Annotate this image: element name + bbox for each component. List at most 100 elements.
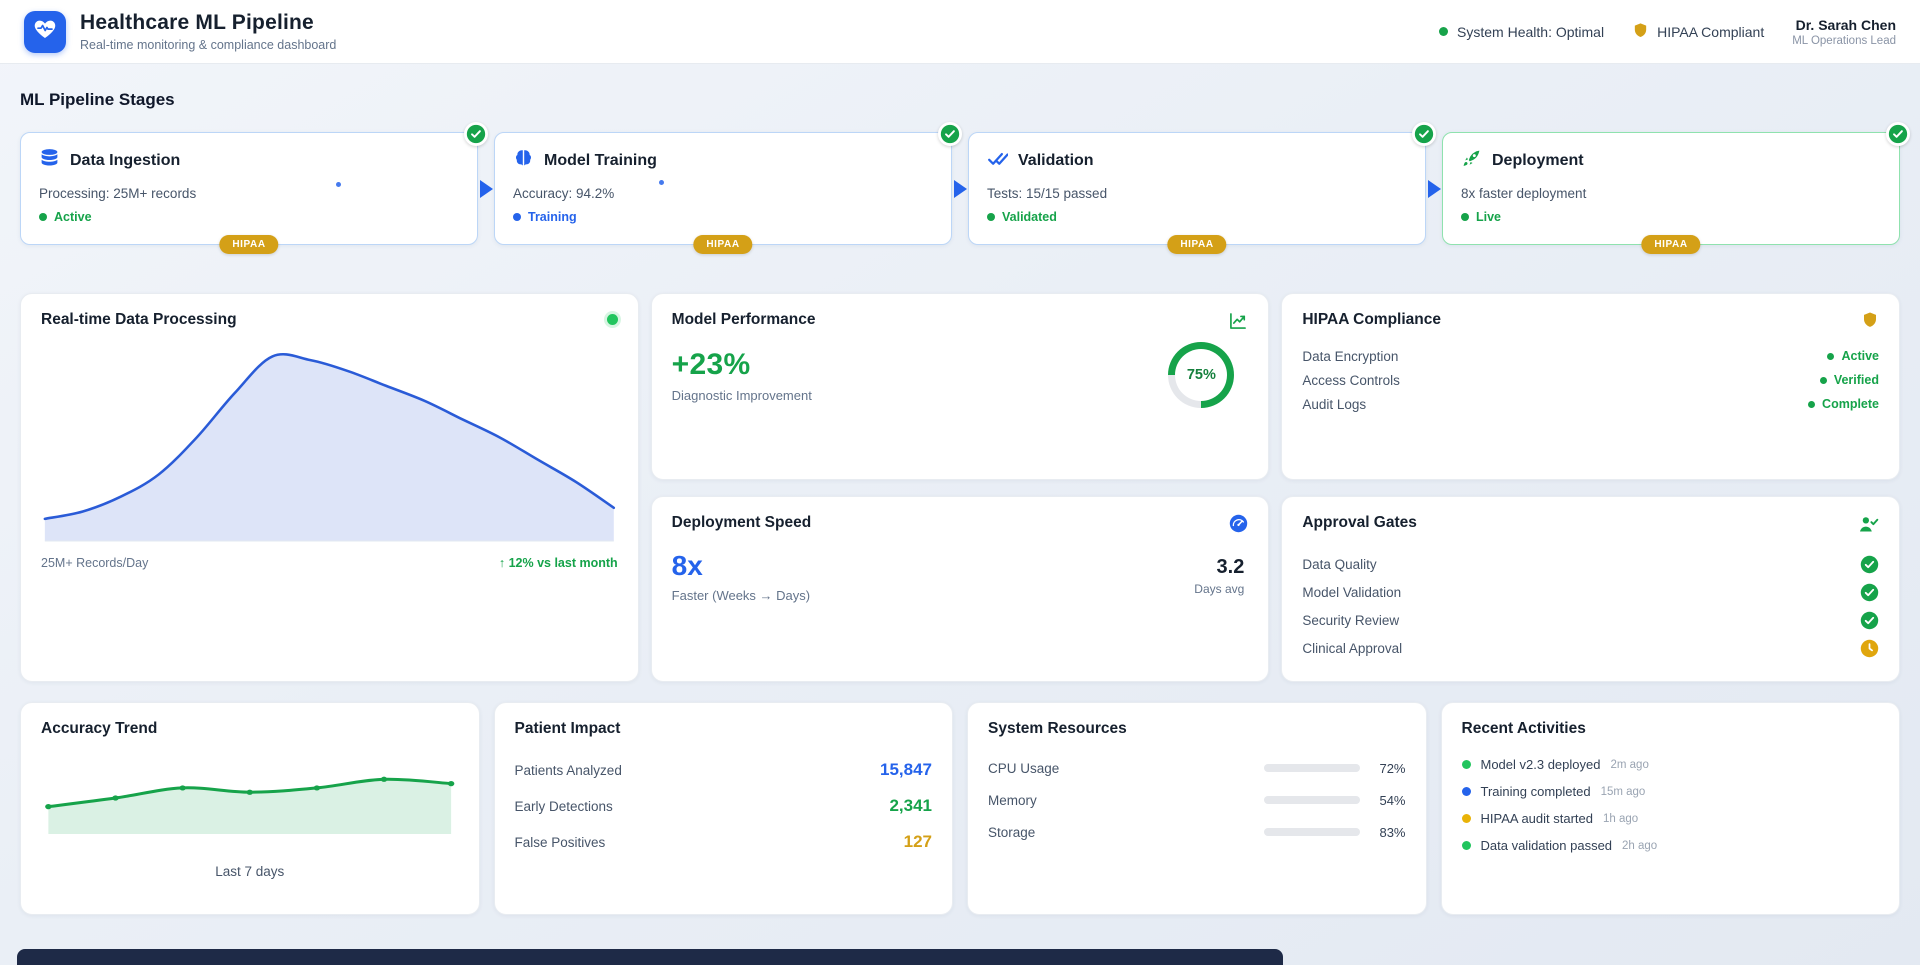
approval-gates-card: Approval Gates Data Quality Model Valida… [1281, 496, 1900, 682]
activity-time: 15m ago [1601, 786, 1646, 798]
bottom-ticker-bar [17, 949, 1283, 965]
data-particle-dot [336, 182, 341, 187]
deployment-speed-card: Deployment Speed 8x Faster (Weeks → Days… [651, 496, 1270, 682]
impact-value: 15,847 [880, 760, 932, 780]
impact-label: False Positives [515, 835, 606, 850]
stage-card-validation[interactable]: Validation Tests: 15/15 passed Validated… [968, 132, 1426, 245]
impact-value: 2,341 [889, 796, 932, 816]
stage-status-dot [1461, 213, 1469, 221]
stage-detail: Processing: 25M+ records [39, 186, 459, 201]
status-dot [1820, 377, 1827, 384]
stage-detail: 8x faster deployment [1461, 186, 1881, 201]
circle-check-icon [1860, 611, 1879, 630]
stage-card-data-ingestion[interactable]: Data Ingestion Processing: 25M+ records … [20, 132, 478, 245]
days-avg-value: 3.2 [1194, 556, 1244, 579]
system-resources-title: System Resources [988, 720, 1406, 738]
live-pulse-dot [607, 314, 618, 325]
gate-row: Security Review [1302, 606, 1879, 634]
stage-name: Deployment [1492, 152, 1584, 170]
gate-row: Model Validation [1302, 578, 1879, 606]
stage-name: Data Ingestion [70, 152, 180, 170]
gate-label: Model Validation [1302, 585, 1401, 600]
compliance-status: Active [1841, 349, 1879, 363]
stage-card-model-training[interactable]: Model Training Accuracy: 94.2% Training … [494, 132, 952, 245]
circle-check-icon [1860, 583, 1879, 602]
accuracy-trend-card: Accuracy Trend Last 7 days [20, 702, 480, 915]
resource-percent: 54% [1372, 793, 1406, 808]
activity-item: HIPAA audit started 1h ago [1462, 805, 1880, 832]
activity-label: HIPAA audit started [1481, 811, 1594, 826]
stage-name: Model Training [544, 152, 657, 170]
recent-activities-card: Recent Activities Model v2.3 deployed 2m… [1441, 702, 1901, 915]
metrics-grid: Model Performance +23% Diagnostic Improv… [20, 293, 1900, 682]
stage-detail: Tests: 15/15 passed [987, 186, 1407, 201]
line-chart-icon [1228, 311, 1248, 336]
hipaa-compliance-card: HIPAA Compliance Data Encryption Active … [1281, 293, 1900, 480]
stage-detail: Accuracy: 94.2% [513, 186, 933, 201]
stage-name: Validation [1018, 152, 1094, 170]
hipaa-pill-badge: HIPAA [219, 235, 278, 254]
activity-label: Model v2.3 deployed [1481, 757, 1601, 772]
accuracy-caption: Last 7 days [41, 864, 459, 879]
impact-label: Patients Analyzed [515, 763, 622, 778]
compliance-status: Complete [1822, 397, 1879, 411]
progress-bar [1264, 764, 1360, 772]
user-name: Dr. Sarah Chen [1792, 17, 1896, 33]
compliance-label: Access Controls [1302, 373, 1400, 388]
hipaa-pill-badge: HIPAA [1167, 235, 1226, 254]
activity-label: Training completed [1481, 784, 1591, 799]
gate-label: Data Quality [1302, 557, 1376, 572]
pipeline-stages: Data Ingestion Processing: 25M+ records … [20, 132, 1900, 245]
hipaa-compliant-label: HIPAA Compliant [1657, 24, 1764, 40]
accuracy-trend-title: Accuracy Trend [41, 720, 459, 738]
data-processing-card: Real-time Data Processing 25M+ Records/D… [20, 293, 639, 682]
shield-icon [1861, 311, 1879, 334]
double-check-icon [987, 148, 1008, 174]
hipaa-compliant-badge: HIPAA Compliant [1632, 22, 1764, 42]
stage-card-deployment[interactable]: Deployment 8x faster deployment Live HIP… [1442, 132, 1900, 245]
app-header: Healthcare ML Pipeline Real-time monitor… [0, 0, 1920, 64]
pipeline-arrow-icon [1428, 180, 1441, 198]
speed-label: Faster (Weeks → Days) [672, 588, 810, 603]
stage-status-dot [513, 213, 521, 221]
resource-label: Storage [988, 825, 1264, 840]
activity-label: Data validation passed [1481, 838, 1613, 853]
activity-item: Model v2.3 deployed 2m ago [1462, 751, 1880, 778]
stage-status-dot [987, 213, 995, 221]
resource-row: Memory 54% [988, 784, 1406, 816]
compliance-label: Audit Logs [1302, 397, 1366, 412]
model-performance-card: Model Performance +23% Diagnostic Improv… [651, 293, 1270, 480]
brain-icon [513, 148, 534, 174]
rocket-icon [1461, 148, 1482, 174]
resource-row: CPU Usage 72% [988, 752, 1406, 784]
resource-label: Memory [988, 793, 1264, 808]
clock-icon [1860, 639, 1879, 658]
hipaa-pill-badge: HIPAA [693, 235, 752, 254]
activity-item: Training completed 15m ago [1462, 778, 1880, 805]
model-performance-title: Model Performance [672, 311, 816, 329]
gate-label: Clinical Approval [1302, 641, 1402, 656]
data-processing-title: Real-time Data Processing [41, 311, 237, 329]
user-profile: Dr. Sarah Chen ML Operations Lead [1792, 17, 1896, 47]
stage-status-label: Validated [1002, 210, 1057, 224]
hipaa-compliance-title: HIPAA Compliance [1302, 311, 1441, 329]
circle-check-icon [1860, 555, 1879, 574]
check-badge-icon [1412, 122, 1436, 146]
impact-value: 127 [904, 832, 932, 852]
compliance-status: Verified [1834, 373, 1879, 387]
deployment-speed-title: Deployment Speed [672, 514, 812, 532]
compliance-row: Access Controls Verified [1302, 368, 1879, 392]
records-area-chart [41, 335, 618, 547]
impact-label: Early Detections [515, 799, 613, 814]
compliance-label: Data Encryption [1302, 349, 1398, 364]
pipeline-arrow-icon [954, 180, 967, 198]
check-badge-icon [464, 122, 488, 146]
days-avg-label: Days avg [1194, 582, 1244, 596]
impact-row: Early Detections 2,341 [515, 788, 933, 824]
stage-status-label: Active [54, 210, 92, 224]
check-badge-icon [1886, 122, 1910, 146]
hipaa-pill-badge: HIPAA [1641, 235, 1700, 254]
gate-row: Clinical Approval [1302, 634, 1879, 662]
resource-label: CPU Usage [988, 761, 1264, 776]
vs-last-month-label: ↑ 12% vs last month [499, 556, 618, 570]
